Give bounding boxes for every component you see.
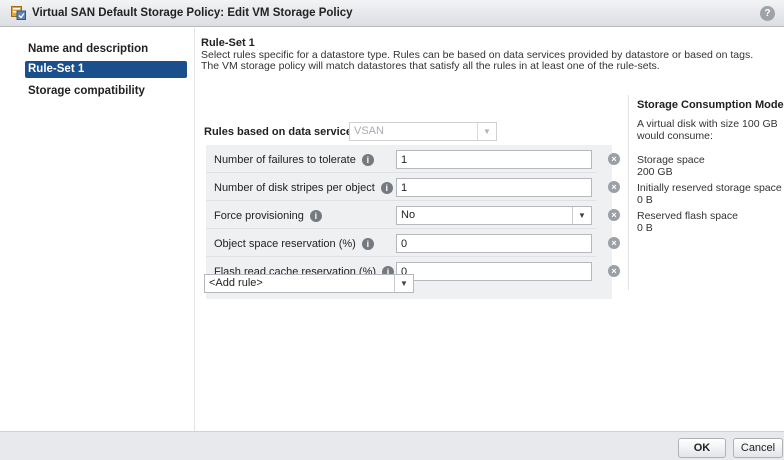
rule-label: Number of failures to tolerate	[214, 154, 356, 166]
info-icon[interactable]: i	[361, 154, 374, 167]
add-rule-label: <Add rule>	[209, 277, 263, 289]
add-rule-select[interactable]: <Add rule> ▼	[204, 274, 414, 293]
rule-label-cell: Force provisioning i	[214, 205, 394, 227]
nav-item-rule-set-1[interactable]: Rule-Set 1	[25, 61, 187, 78]
initially-reserved-value: 0 B	[637, 194, 653, 206]
chevron-down-icon: ▼	[477, 123, 496, 140]
object-space-reservation-input[interactable]	[396, 234, 592, 253]
cancel-button[interactable]: Cancel	[733, 438, 783, 458]
ruleset-description-line-2: The VM storage policy will match datasto…	[201, 60, 660, 72]
remove-rule-icon[interactable]: ×	[608, 209, 620, 221]
help-icon[interactable]: ?	[760, 6, 775, 21]
info-icon[interactable]: i	[380, 182, 393, 195]
remove-rule-icon[interactable]: ×	[608, 181, 620, 193]
chevron-down-icon: ▼	[572, 207, 591, 224]
failures-to-tolerate-input[interactable]	[396, 150, 592, 169]
info-icon[interactable]: i	[309, 210, 322, 223]
initially-reserved-label: Initially reserved storage space	[637, 182, 782, 194]
data-service-select: VSAN ▼	[349, 122, 497, 141]
storage-space-label: Storage space	[637, 154, 705, 166]
storage-space-value: 200 GB	[637, 166, 673, 178]
disk-stripes-input[interactable]	[396, 178, 592, 197]
rule-label: Object space reservation (%)	[214, 238, 356, 250]
remove-rule-icon[interactable]: ×	[608, 153, 620, 165]
force-provisioning-select[interactable]: No ▼	[396, 206, 592, 225]
remove-rule-icon[interactable]: ×	[608, 237, 620, 249]
rule-label-cell: Number of failures to tolerate i	[214, 149, 394, 171]
rule-label-cell: Number of disk stripes per object i	[214, 177, 394, 199]
data-service-value: VSAN	[354, 125, 384, 137]
chevron-down-icon: ▼	[394, 275, 413, 292]
reserved-flash-label: Reserved flash space	[637, 210, 738, 222]
flash-read-cache-input[interactable]	[396, 262, 592, 281]
info-icon[interactable]: i	[361, 238, 374, 251]
consumption-title: Storage Consumption Model	[637, 99, 784, 111]
nav-item-storage-compatibility[interactable]: Storage compatibility	[25, 83, 187, 100]
storage-policy-icon	[11, 6, 26, 20]
ruleset-title: Rule-Set 1	[201, 37, 255, 49]
rule-row-disk-stripes: Number of disk stripes per object i ×	[206, 173, 620, 201]
rule-row-object-space-reservation: Object space reservation (%) i ×	[206, 229, 620, 257]
rule-row-force-provisioning: Force provisioning i No ▼ ×	[206, 201, 620, 229]
ok-button[interactable]: OK	[678, 438, 726, 458]
rule-label: Number of disk stripes per object	[214, 182, 375, 194]
consumption-intro: A virtual disk with size 100 GB would co…	[637, 118, 778, 142]
wizard-nav: Name and description Rule-Set 1 Storage …	[0, 28, 195, 431]
rule-label: Force provisioning	[214, 210, 304, 222]
rule-row-failures-to-tolerate: Number of failures to tolerate i ×	[206, 145, 620, 173]
dialog-footer: OK Cancel	[0, 431, 784, 460]
rules-based-on-data-services-label: Rules based on data services	[204, 126, 359, 138]
remove-rule-icon[interactable]: ×	[608, 265, 620, 277]
dialog-title-bar: Virtual SAN Default Storage Policy: Edit…	[0, 0, 784, 27]
nav-item-name-and-description[interactable]: Name and description	[25, 41, 187, 58]
ruleset-description: Select rules specific for a datastore ty…	[201, 50, 781, 72]
rule-label-cell: Object space reservation (%) i	[214, 233, 394, 255]
storage-consumption-panel: Storage Consumption Model A virtual disk…	[628, 95, 784, 290]
force-provisioning-value: No	[401, 209, 416, 221]
reserved-flash-value: 0 B	[637, 222, 653, 234]
dialog-title: Virtual SAN Default Storage Policy: Edit…	[32, 7, 353, 19]
